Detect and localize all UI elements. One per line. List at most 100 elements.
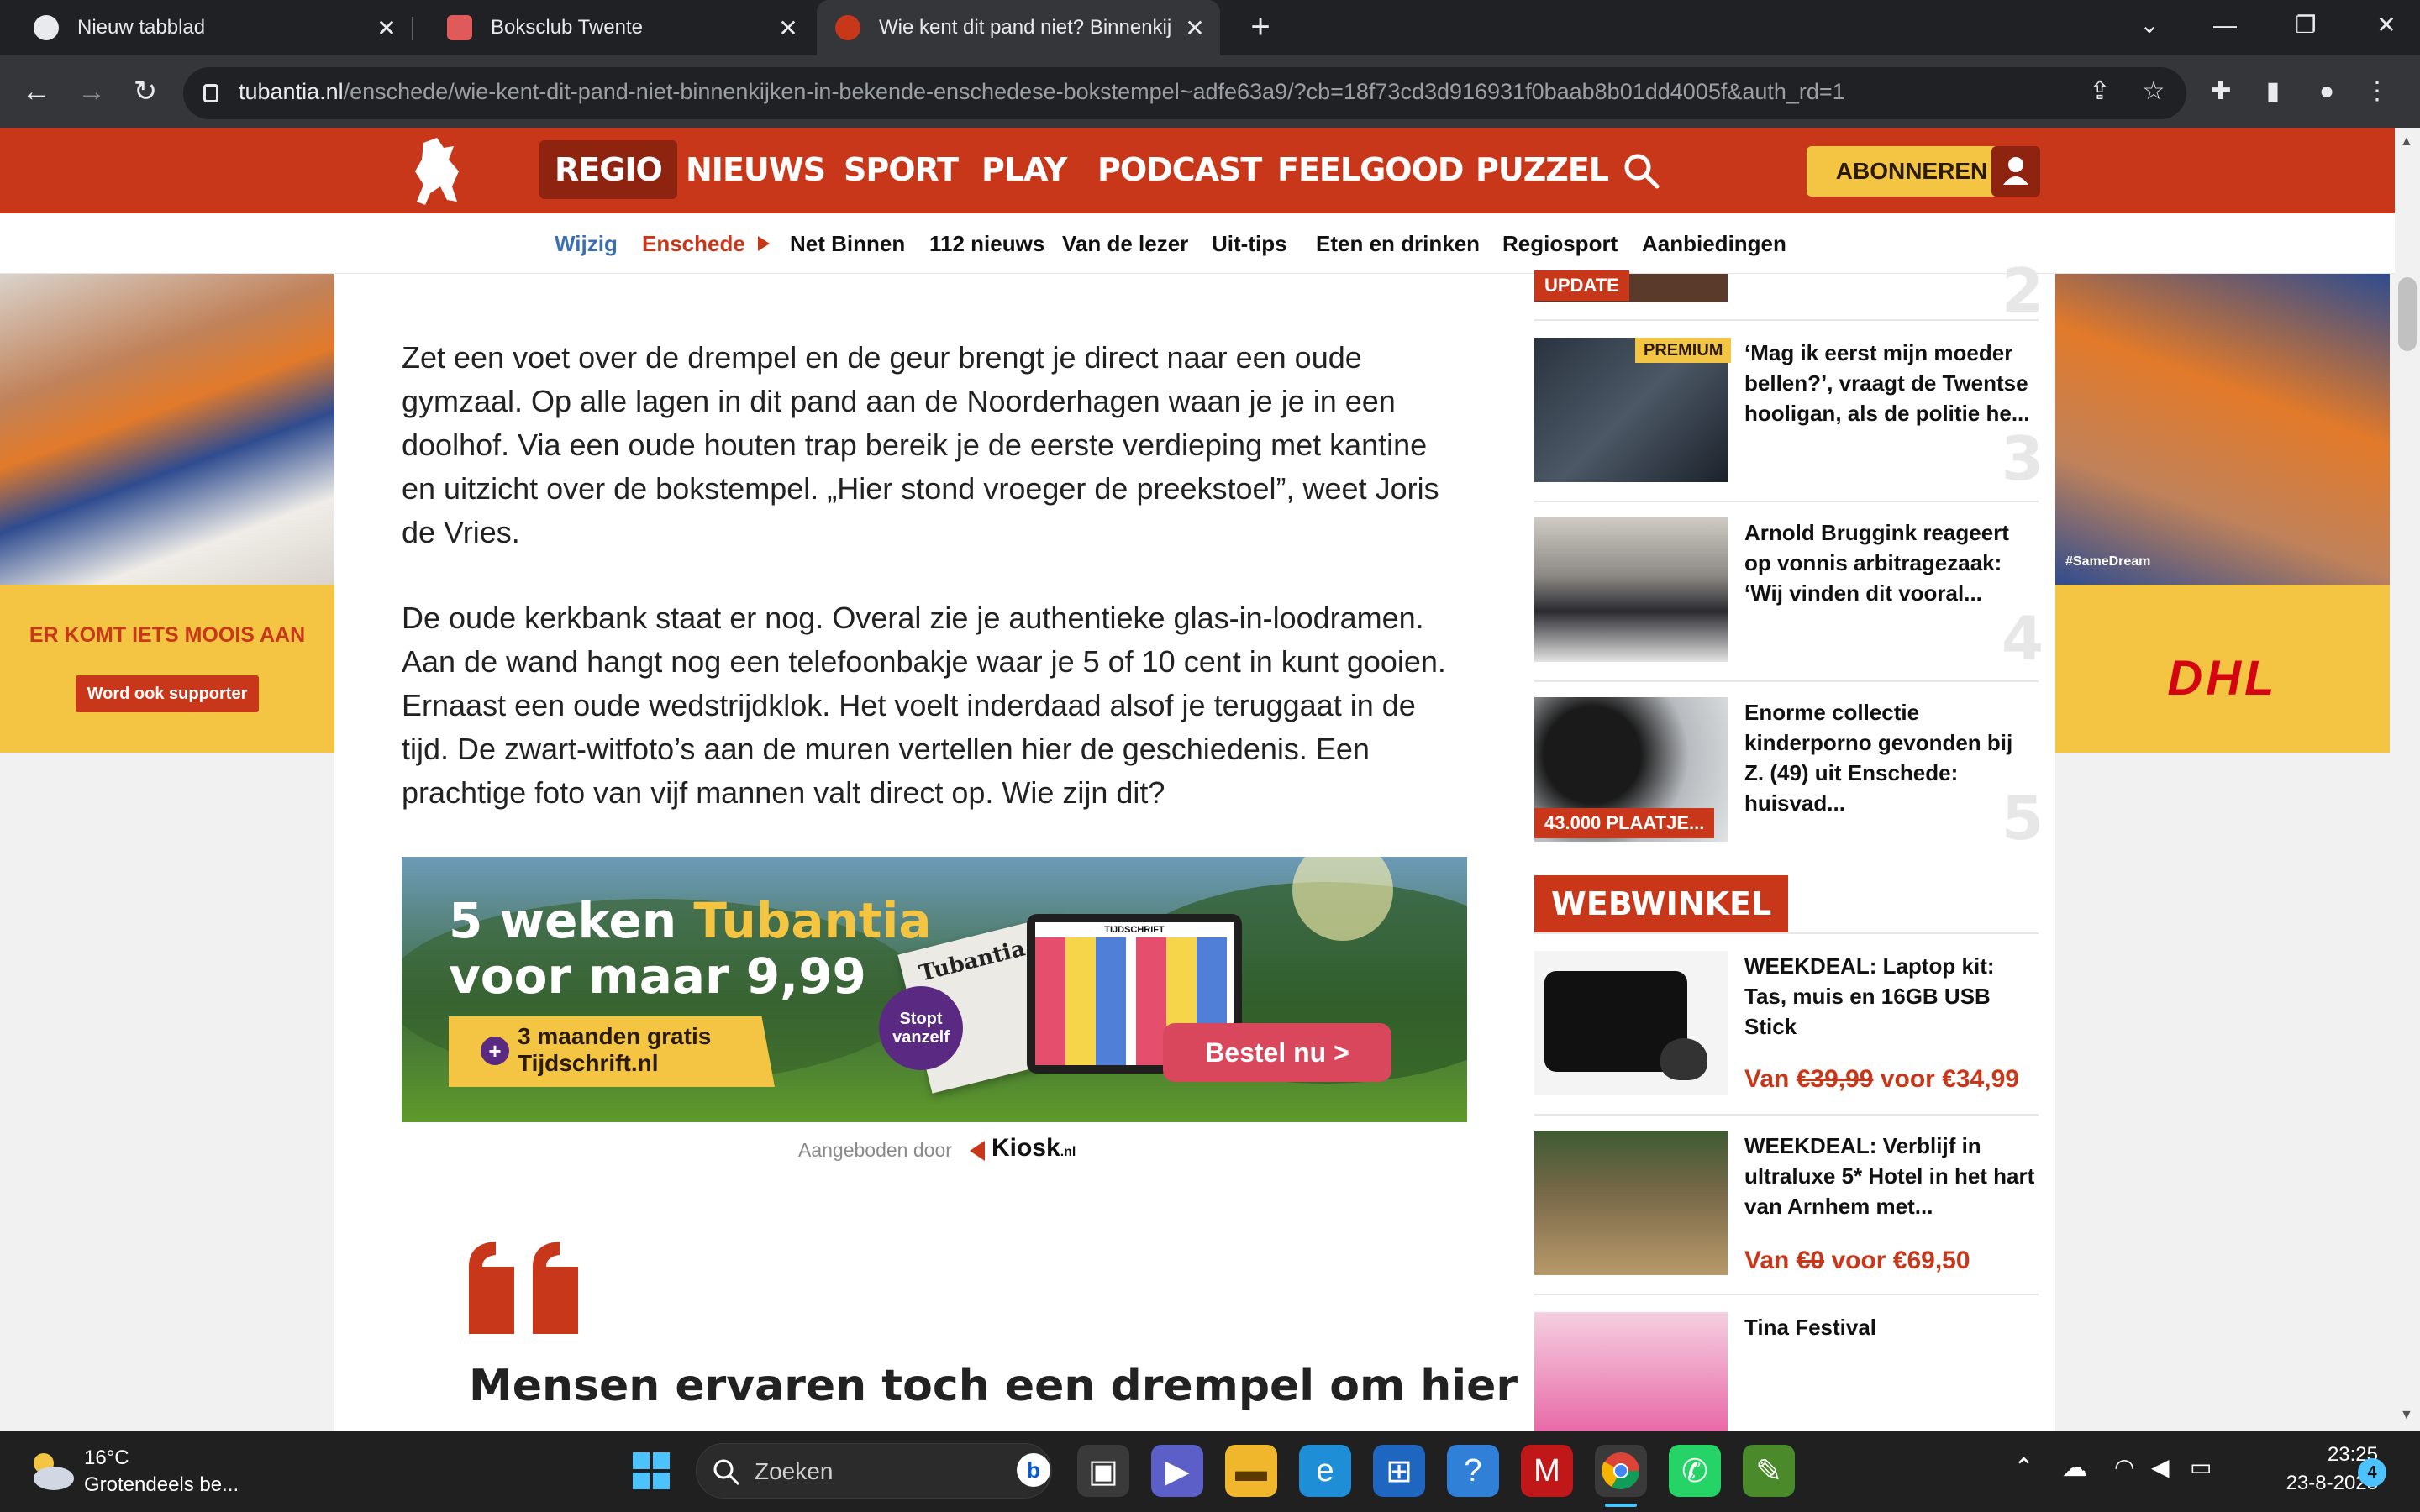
boksclub-favicon-icon: [447, 15, 472, 40]
battery-icon[interactable]: ▭: [2190, 1453, 2212, 1481]
bookmark-star-icon[interactable]: ☆: [2134, 72, 2173, 111]
tina-festival-thumb[interactable]: [1534, 1312, 1728, 1431]
close-window-button[interactable]: ✕: [2346, 0, 2420, 55]
tab-nieuw-tabblad[interactable]: Nieuw tabblad ✕: [0, 0, 412, 55]
nav-sport[interactable]: SPORT: [829, 140, 973, 199]
tab-close-icon[interactable]: ✕: [1180, 14, 1210, 42]
article-paragraph: Zet een voet over de drempel en de geur …: [402, 340, 1439, 549]
mcafee-icon[interactable]: M: [1521, 1445, 1573, 1497]
windows-start-icon[interactable]: [625, 1445, 677, 1497]
search-icon[interactable]: [1622, 151, 1660, 190]
task-view-icon[interactable]: ▣: [1077, 1445, 1129, 1497]
chrome-icon[interactable]: [1595, 1445, 1647, 1497]
subnav-eten-en-drinken[interactable]: Eten en drinken: [1316, 213, 1480, 274]
weather-cloud-icon[interactable]: [25, 1446, 77, 1494]
help-icon[interactable]: ?: [1447, 1445, 1499, 1497]
nav-regio[interactable]: REGIO: [539, 140, 677, 199]
subnav-regiosport[interactable]: Regiosport: [1502, 213, 1618, 274]
scroll-up-icon[interactable]: ▲: [2400, 134, 2413, 150]
back-arrow-icon[interactable]: ←: [15, 71, 57, 113]
url-text[interactable]: tubantia.nl/enschede/wie-kent-dit-pand-n…: [239, 79, 1845, 105]
whatsapp-icon[interactable]: ✆: [1669, 1445, 1721, 1497]
tubantia-horse-logo-icon[interactable]: [407, 134, 467, 207]
more-menu-icon[interactable]: ⋮: [2358, 72, 2396, 111]
nav-podcast[interactable]: PODCAST: [1082, 140, 1276, 199]
left-ad-handball-photo[interactable]: [0, 274, 334, 585]
nav-feelgood[interactable]: FEELGOOD: [1262, 140, 1478, 199]
shop-item-title[interactable]: WEEKDEAL: Verblijf in ultraluxe 5* Hotel…: [1744, 1131, 2035, 1221]
volume-icon[interactable]: ◀: [2151, 1453, 2170, 1481]
update-badge: UPDATE: [1534, 270, 1629, 301]
nav-play[interactable]: PLAY: [966, 140, 1081, 199]
subnav-aanbiedingen[interactable]: Aanbiedingen: [1642, 213, 1786, 274]
kiosk-logo-icon: [970, 1141, 985, 1161]
tray-chevron-up-icon[interactable]: ⌃: [2013, 1453, 2034, 1483]
bing-icon[interactable]: b: [1017, 1453, 1050, 1487]
weather-temp[interactable]: 16°C: [84, 1446, 129, 1470]
subnav-van-de-lezer[interactable]: Van de lezer: [1062, 213, 1188, 274]
forward-arrow-icon[interactable]: →: [71, 71, 113, 113]
sidebar-article-title[interactable]: ‘Mag ik eerst mijn moeder bellen?’, vraa…: [1744, 338, 2035, 428]
price-voor: voor: [1880, 1065, 1935, 1093]
nav-puzzel[interactable]: PUZZEL: [1460, 140, 1623, 199]
wifi-icon[interactable]: ◠: [2114, 1453, 2134, 1481]
bestel-nu-button[interactable]: Bestel nu >: [1163, 1023, 1392, 1082]
new-tab-button[interactable]: +: [1242, 8, 1279, 45]
shop-item-title[interactable]: WEEKDEAL: Laptop kit: Tas, muis en 16GB …: [1744, 951, 2035, 1042]
nav-nieuws[interactable]: NIEUWS: [671, 140, 840, 199]
minimize-button[interactable]: —: [2185, 0, 2265, 55]
subnav-enschede[interactable]: Enschede: [642, 213, 745, 274]
right-ad-handball-photo[interactable]: [2055, 274, 2390, 585]
abonneren-button[interactable]: ABONNEREN: [1807, 146, 2017, 197]
subnav-wijzig[interactable]: Wijzig: [555, 213, 618, 274]
account-button[interactable]: [1991, 146, 2040, 197]
tab-close-icon[interactable]: ✕: [773, 14, 803, 42]
side-panel-icon[interactable]: ▮: [2254, 72, 2292, 111]
left-ad-banner[interactable]: [0, 585, 334, 753]
dhl-logo: DHL: [2167, 651, 2278, 706]
weather-desc[interactable]: Grotendeels be...: [84, 1473, 239, 1497]
profile-icon[interactable]: ●: [2307, 72, 2346, 111]
subnav-uit-tips[interactable]: Uit-tips: [1212, 213, 1287, 274]
kiosk-logo[interactable]: Kiosk.nl: [992, 1134, 1076, 1163]
teams-chat-icon[interactable]: ▶: [1151, 1445, 1203, 1497]
sidebar-article-title[interactable]: Enorme collectie kinderporno gevonden bi…: [1744, 697, 2035, 818]
search-icon: [711, 1457, 741, 1487]
windows-taskbar: [0, 1431, 2420, 1512]
subnav-net-binnen[interactable]: Net Binnen: [790, 213, 905, 274]
reload-icon[interactable]: ↻: [124, 71, 166, 113]
word-ook-supporter-button[interactable]: Word ook supporter: [76, 675, 259, 712]
extensions-puzzle-icon[interactable]: ✚: [2202, 72, 2240, 111]
notepad-icon[interactable]: ✎: [1743, 1445, 1795, 1497]
hotel-thumb[interactable]: [1534, 1131, 1728, 1275]
subnav-112-nieuws[interactable]: 112 nieuws: [929, 213, 1044, 274]
scroll-down-icon[interactable]: ▼: [2400, 1408, 2413, 1423]
tab-tubantia-article[interactable]: Wie kent dit pand niet? Binnenkij ✕: [817, 0, 1220, 55]
shop-item-title[interactable]: Tina Festival: [1744, 1312, 2035, 1342]
microsoft-store-icon[interactable]: ⊞: [1373, 1445, 1425, 1497]
share-icon[interactable]: ⇪: [2081, 72, 2119, 111]
url-domain: tubantia.nl: [239, 79, 344, 104]
taskbar-search-box[interactable]: [696, 1443, 1052, 1499]
file-explorer-icon[interactable]: ▬: [1225, 1445, 1277, 1497]
new-price: €34,99: [1942, 1065, 2019, 1093]
plus-icon: +: [481, 1037, 509, 1065]
article-thumb[interactable]: [1534, 517, 1728, 662]
sidebar-article-title[interactable]: Arnold Bruggink reageert op vonnis arbit…: [1744, 517, 2035, 608]
shop-price: Van €0 voor €69,50: [1744, 1247, 1970, 1275]
lock-icon[interactable]: [203, 84, 218, 102]
onedrive-cloud-icon[interactable]: ☁: [2062, 1453, 2087, 1483]
tab-search-chevron-icon[interactable]: ⌄: [2109, 0, 2190, 55]
restore-button[interactable]: ❐: [2265, 0, 2346, 55]
premium-badge: PREMIUM: [1635, 338, 1732, 363]
tab-title: Boksclub Twente: [491, 16, 643, 39]
notification-badge[interactable]: 4: [2358, 1458, 2386, 1487]
edge-icon[interactable]: e: [1299, 1445, 1351, 1497]
scrollbar-thumb[interactable]: [2398, 277, 2417, 351]
shop-price: Van €39,99 voor €34,99: [1744, 1065, 2019, 1094]
tab-boksclub-twente[interactable]: Boksclub Twente ✕: [413, 0, 813, 55]
laptop-kit-thumb[interactable]: [1534, 951, 1728, 1095]
rank-number: 2: [2002, 255, 2044, 326]
quote-headline: Mensen ervaren toch een drempel om hier: [469, 1361, 1518, 1411]
tab-close-icon[interactable]: ✕: [371, 14, 402, 42]
